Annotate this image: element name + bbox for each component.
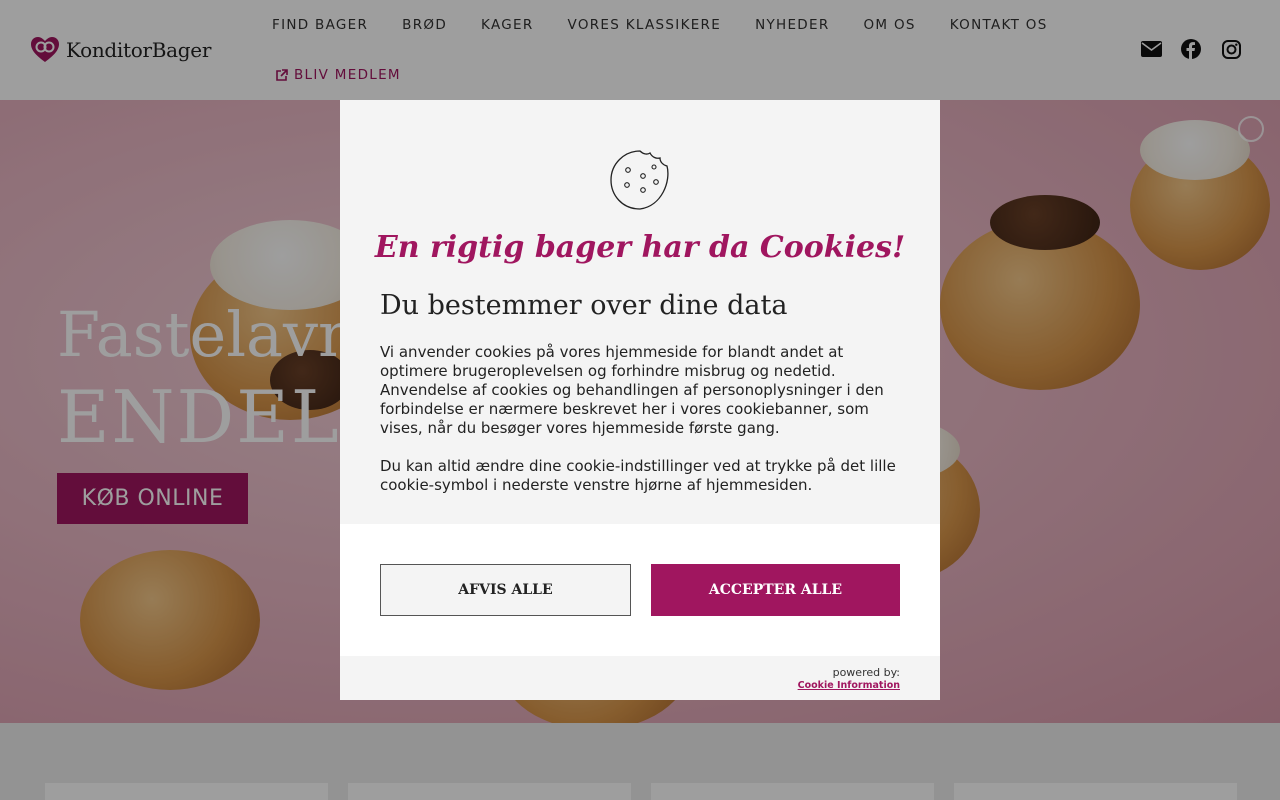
accept-all-button[interactable]: ACCEPTER ALLE <box>651 564 900 616</box>
cookie-dialog-actions: AFVIS ALLE ACCEPTER ALLE <box>340 524 940 656</box>
cookie-icon <box>610 150 669 210</box>
cookie-paragraph-2: Du kan altid ændre dine cookie-indstilli… <box>380 457 896 494</box>
cookie-paragraph-1: Vi anvender cookies på vores hjemmeside … <box>380 343 884 437</box>
cookie-consent-dialog: En rigtig bager har da Cookies! Du beste… <box>340 100 940 700</box>
cookie-description: Vi anvender cookies på vores hjemmeside … <box>380 343 905 495</box>
decline-all-button[interactable]: AFVIS ALLE <box>380 564 631 616</box>
cookie-dialog-content: En rigtig bager har da Cookies! Du beste… <box>340 100 940 524</box>
cookie-headline: En rigtig bager har da Cookies! <box>374 230 906 265</box>
cookie-dialog-footer: powered by: Cookie Information <box>340 656 940 700</box>
powered-by-text: powered by: <box>832 666 900 679</box>
cookie-title: Du bestemmer over dine data <box>380 290 788 321</box>
cookie-information-link[interactable]: Cookie Information <box>798 680 900 691</box>
